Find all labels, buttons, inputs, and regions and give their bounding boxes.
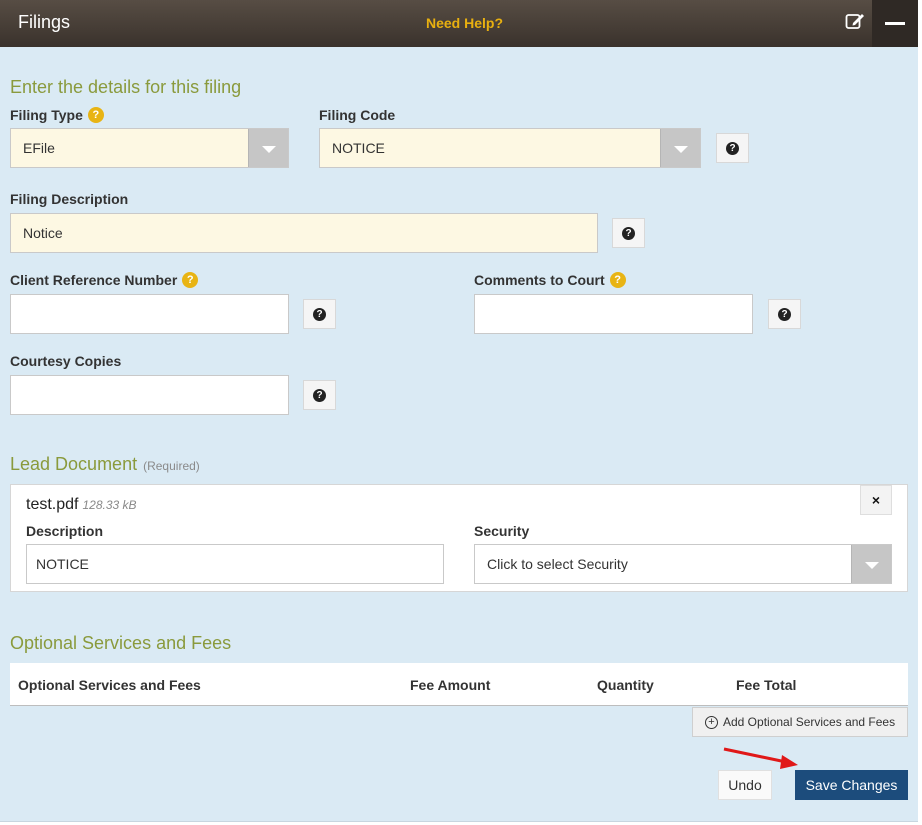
file-size: 128.33 kB — [82, 498, 137, 512]
column-header: Fee Total — [736, 677, 797, 693]
chevron-down-icon[interactable] — [851, 545, 891, 583]
comments-help-button[interactable]: ? — [768, 299, 801, 329]
undo-button[interactable]: Undo — [718, 770, 772, 800]
add-optional-services-button[interactable]: + Add Optional Services and Fees — [692, 707, 908, 737]
description-label: Description — [26, 523, 104, 539]
plus-circle-icon: + — [705, 715, 718, 729]
comments-help-icon[interactable]: ? — [609, 272, 626, 288]
minimize-icon — [885, 22, 905, 25]
client-reference-help-button[interactable]: ? — [303, 299, 336, 329]
question-icon: ? — [778, 307, 791, 321]
required-note: (Required) — [143, 459, 200, 473]
filing-description-input[interactable]: Notice — [10, 213, 598, 253]
client-reference-input[interactable] — [10, 294, 289, 334]
optional-services-title: Optional Services and Fees — [10, 633, 232, 653]
file-name: test.pdf 128.33 kB — [26, 496, 137, 513]
lead-document-card: test.pdf 128.33 kB × Description NOTICE S… — [10, 484, 908, 592]
fees-table-header: Optional Services and Fees Fee Amount Qu… — [10, 663, 908, 706]
courtesy-copies-label: Courtesy Copies — [10, 353, 122, 369]
column-header: Optional Services and Fees — [18, 677, 201, 693]
panel-header: Filings Need Help? — [0, 0, 918, 47]
column-header: Quantity — [597, 677, 654, 693]
client-reference-label: Client Reference Number ? — [10, 272, 199, 288]
remove-document-button[interactable]: × — [860, 485, 892, 515]
chevron-down-icon[interactable] — [248, 129, 288, 167]
filings-panel: Filings Need Help? Enter the details for… — [0, 0, 918, 822]
question-icon: ? — [622, 226, 635, 240]
client-reference-help-icon[interactable]: ? — [182, 272, 199, 288]
filing-code-label: Filing Code — [319, 107, 396, 123]
save-changes-button[interactable]: Save Changes — [795, 770, 908, 800]
filing-code-help-button[interactable]: ? — [716, 133, 749, 163]
filing-type-label: Filing Type ? — [10, 107, 104, 123]
courtesy-copies-input[interactable] — [10, 375, 289, 415]
need-help-link[interactable]: Need Help? — [426, 15, 503, 31]
column-header: Fee Amount — [410, 677, 491, 693]
security-select[interactable]: Click to select Security — [474, 544, 892, 584]
comments-to-court-input[interactable] — [474, 294, 753, 334]
minimize-button[interactable] — [872, 0, 918, 47]
question-icon: ? — [313, 388, 326, 402]
filing-description-help-button[interactable]: ? — [612, 218, 645, 248]
filing-code-select[interactable]: NOTICE — [319, 128, 701, 168]
lead-document-title: Lead Document (Required) — [10, 454, 200, 474]
document-description-input[interactable]: NOTICE — [26, 544, 444, 584]
filing-description-label: Filing Description — [10, 191, 129, 207]
filing-type-help-icon[interactable]: ? — [87, 107, 104, 123]
panel-title: Filings — [18, 12, 71, 32]
details-section-title: Enter the details for this filing — [10, 77, 242, 97]
comments-to-court-label: Comments to Court ? — [474, 272, 626, 288]
courtesy-copies-help-button[interactable]: ? — [303, 380, 336, 410]
security-label: Security — [474, 523, 530, 539]
edit-icon[interactable] — [845, 11, 865, 31]
chevron-down-icon[interactable] — [660, 129, 700, 167]
filing-type-select[interactable]: EFile — [10, 128, 289, 168]
question-icon: ? — [726, 141, 739, 155]
question-icon: ? — [313, 307, 326, 321]
